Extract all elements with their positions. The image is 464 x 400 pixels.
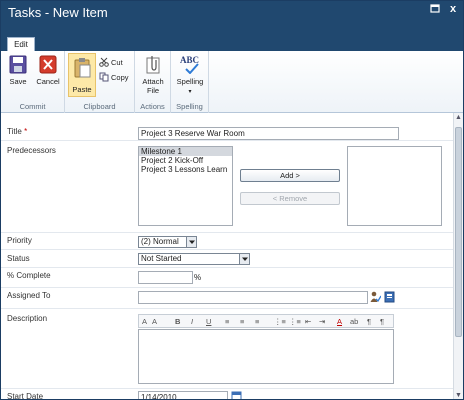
increase-indent-icon[interactable]: ⇥ bbox=[319, 317, 325, 326]
scroll-down-icon[interactable]: ▼ bbox=[454, 391, 463, 399]
copy-icon bbox=[99, 72, 109, 84]
title-label: Title * bbox=[7, 127, 28, 136]
attach-file-icon bbox=[146, 56, 160, 74]
dialog-titlebar: Tasks - New Item x bbox=[1, 1, 463, 35]
address-book-icon[interactable] bbox=[384, 291, 395, 303]
cut-label: Cut bbox=[111, 57, 123, 67]
predecessors-available-list[interactable]: Milestone 1 Project 2 Kick-Off Project 3… bbox=[138, 146, 233, 226]
attach-file-button[interactable]: Attach File bbox=[138, 55, 168, 95]
paste-icon bbox=[74, 58, 91, 78]
scroll-up-icon[interactable]: ▲ bbox=[454, 113, 463, 123]
cancel-icon bbox=[39, 55, 57, 74]
ribbon-group-actions: Attach File Actions bbox=[135, 51, 171, 113]
align-right-icon[interactable]: ≡ bbox=[255, 317, 259, 326]
ribbon-tab-strip: Edit bbox=[1, 35, 463, 52]
start-date-label: Start Date bbox=[7, 392, 44, 400]
required-marker: * bbox=[24, 127, 28, 136]
list-item[interactable]: Project 2 Kick-Off bbox=[139, 156, 232, 165]
spelling-group-label: Spelling bbox=[176, 102, 203, 111]
cancel-button[interactable]: Cancel bbox=[34, 55, 62, 86]
cancel-label: Cancel bbox=[36, 77, 60, 86]
list-item[interactable]: Milestone 1 bbox=[139, 147, 232, 156]
commit-group-label: Commit bbox=[19, 102, 46, 111]
chevron-down-icon bbox=[186, 237, 196, 247]
font-size-increase-icon[interactable]: A bbox=[152, 317, 157, 326]
form-scrollbar[interactable]: ▲ ▼ bbox=[453, 113, 463, 399]
underline-icon[interactable]: U bbox=[206, 317, 211, 326]
spelling-check-icon: ABC bbox=[179, 55, 201, 75]
paste-label: Paste bbox=[72, 85, 92, 94]
status-label: Status bbox=[7, 254, 30, 263]
save-label: Save bbox=[9, 77, 27, 86]
predecessors-label: Predecessors bbox=[7, 146, 56, 155]
percent-complete-row bbox=[1, 268, 453, 288]
save-icon bbox=[9, 55, 27, 74]
check-names-icon[interactable] bbox=[370, 291, 382, 303]
ribbon: Save Cancel Commit Clipboard Paste Cut C… bbox=[1, 51, 463, 113]
description-label: Description bbox=[7, 314, 48, 323]
remove-predecessor-button[interactable]: < Remove bbox=[240, 192, 340, 205]
actions-group-label: Actions bbox=[140, 102, 165, 111]
add-predecessor-button[interactable]: Add > bbox=[240, 169, 340, 182]
text-color-icon[interactable]: A bbox=[337, 317, 342, 326]
tab-edit[interactable]: Edit bbox=[7, 37, 35, 52]
list-item[interactable]: Project 3 Lessons Learn bbox=[139, 165, 232, 174]
title-input[interactable]: Project 3 Reserve War Room bbox=[138, 127, 399, 140]
spelling-button[interactable]: ABC Spelling ▾ bbox=[173, 55, 207, 95]
save-button[interactable]: Save bbox=[5, 55, 31, 86]
attach-file-label-line1: Attach bbox=[142, 77, 164, 86]
align-center-icon[interactable]: ≡ bbox=[240, 317, 244, 326]
spelling-dropdown-icon[interactable]: ▾ bbox=[188, 89, 191, 95]
right-to-left-icon[interactable]: ¶ bbox=[380, 317, 384, 326]
assigned-to-input[interactable] bbox=[138, 291, 368, 304]
percent-unit: % bbox=[194, 273, 202, 282]
calendar-icon[interactable] bbox=[231, 391, 242, 399]
assigned-to-label: Assigned To bbox=[7, 291, 51, 300]
copy-button[interactable]: Copy bbox=[99, 72, 129, 84]
description-editor[interactable] bbox=[138, 329, 394, 384]
dialog-title: Tasks - New Item bbox=[8, 5, 108, 20]
new-item-dialog: Tasks - New Item x Edit Save Cancel Comm… bbox=[0, 0, 464, 400]
priority-value: (2) Normal bbox=[141, 237, 179, 246]
spelling-label: Spelling bbox=[176, 77, 204, 86]
font-size-decrease-icon[interactable]: A bbox=[142, 317, 147, 326]
rich-text-toolbar: A A B I U ≡ ≡ ≡ ⋮≡ ⋮≡ ⇤ ⇥ A ab ¶ ¶ bbox=[138, 314, 394, 328]
priority-label: Priority bbox=[7, 236, 32, 245]
paste-button[interactable]: Paste bbox=[68, 53, 96, 97]
clipboard-group-label: Clipboard bbox=[83, 102, 116, 111]
background-color-icon[interactable]: ab bbox=[350, 317, 358, 326]
bold-icon[interactable]: B bbox=[175, 317, 180, 326]
italic-icon[interactable]: I bbox=[191, 317, 193, 326]
percent-complete-label: % Complete bbox=[7, 271, 51, 280]
percent-complete-input[interactable] bbox=[138, 271, 193, 284]
status-value: Not Started bbox=[141, 254, 182, 263]
priority-select[interactable]: (2) Normal bbox=[138, 236, 197, 248]
decrease-indent-icon[interactable]: ⇤ bbox=[305, 317, 311, 326]
scrollbar-thumb[interactable] bbox=[455, 127, 462, 337]
start-date-input[interactable]: 1/14/2010 bbox=[138, 391, 228, 399]
restore-icon[interactable] bbox=[429, 4, 441, 15]
bulleted-list-icon[interactable]: ⋮≡ bbox=[289, 317, 301, 326]
chevron-down-icon bbox=[239, 254, 249, 264]
status-select[interactable]: Not Started bbox=[138, 253, 250, 265]
attach-file-label-line2: File bbox=[146, 86, 160, 95]
ribbon-group-commit: Save Cancel Commit bbox=[1, 51, 65, 113]
cut-button[interactable]: Cut bbox=[99, 57, 123, 69]
ribbon-group-spelling: ABC Spelling ▾ Spelling bbox=[171, 51, 209, 113]
cut-icon bbox=[99, 57, 109, 69]
left-to-right-icon[interactable]: ¶ bbox=[367, 317, 371, 326]
copy-label: Copy bbox=[111, 72, 129, 82]
priority-row bbox=[1, 233, 453, 250]
numbered-list-icon[interactable]: ⋮≡ bbox=[274, 317, 286, 326]
align-left-icon[interactable]: ≡ bbox=[225, 317, 229, 326]
close-icon[interactable]: x bbox=[447, 4, 459, 15]
predecessors-selected-list[interactable] bbox=[347, 146, 442, 226]
